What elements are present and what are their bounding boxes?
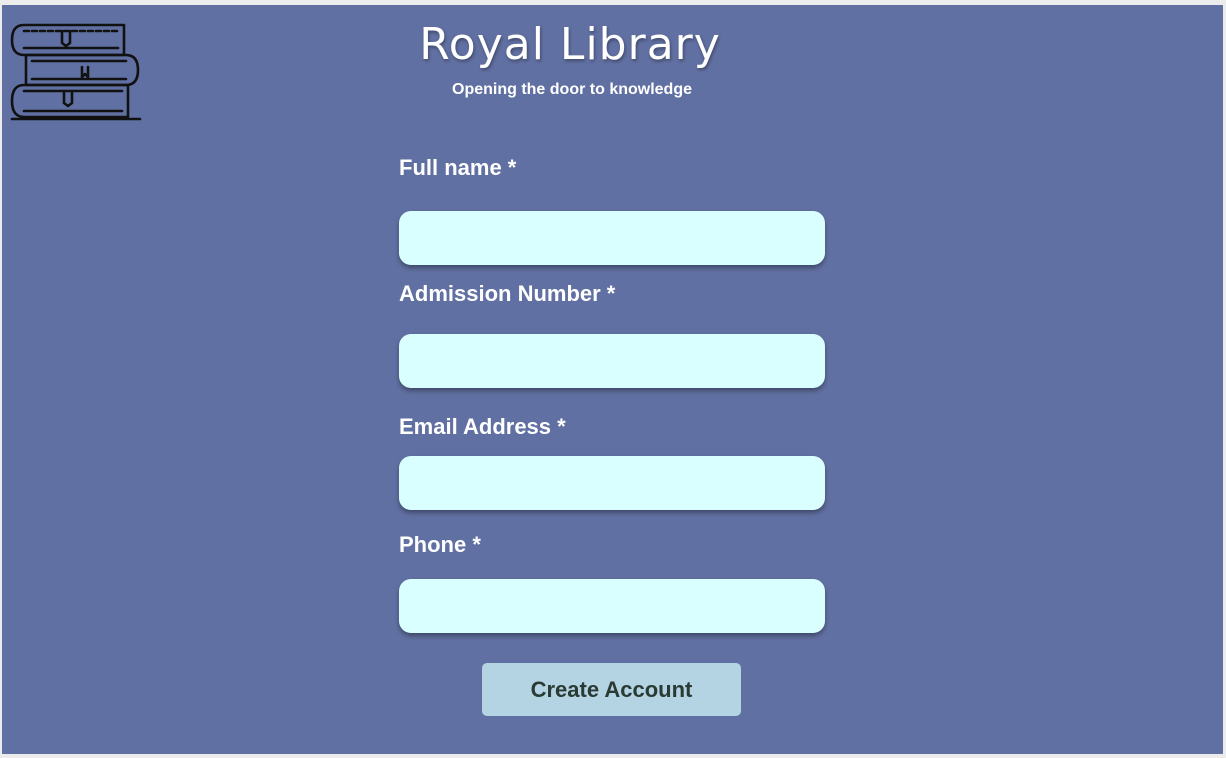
full-name-label: Full name * — [399, 155, 517, 180]
phone-label: Phone * — [399, 532, 481, 557]
page-subtitle: Opening the door to knowledge — [452, 81, 692, 98]
admission-number-label: Admission Number * — [399, 281, 616, 306]
phone-input[interactable] — [399, 579, 825, 633]
page-title: Royal Library — [419, 19, 721, 70]
email-address-label: Email Address * — [399, 414, 566, 439]
page-background: Royal Library Opening the door to knowle… — [2, 5, 1223, 754]
admission-number-input[interactable] — [399, 334, 825, 388]
create-account-button[interactable]: Create Account — [482, 663, 741, 716]
email-address-input[interactable] — [399, 456, 825, 510]
full-name-input[interactable] — [399, 211, 825, 265]
